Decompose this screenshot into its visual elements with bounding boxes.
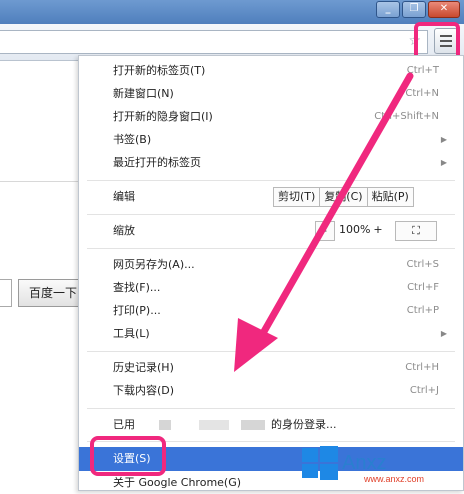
redacted-account [241, 420, 265, 430]
menu-item-label: 下载内容(D) [113, 384, 175, 397]
watermark-text: Anxz [342, 452, 387, 474]
fullscreen-icon[interactable]: ⛶ [395, 221, 437, 241]
menu-item-find[interactable]: 查找(F)... Ctrl+F [79, 277, 463, 299]
minimize-button[interactable]: _ [376, 1, 400, 18]
menu-item-label: 查找(F)... [113, 281, 161, 294]
zoom-label: 缩放 [113, 224, 135, 237]
menu-item-label: 工具(L) [113, 327, 150, 340]
zoom-in-button[interactable]: + [369, 221, 387, 241]
submenu-arrow-icon: ▶ [440, 329, 447, 338]
anxz-watermark: Anxz www.anxz.com [298, 440, 464, 491]
menu-item-recent-tabs[interactable]: 最近打开的标签页 ▶ [79, 152, 463, 174]
menu-item-downloads[interactable]: 下载内容(D) Ctrl+J [79, 380, 463, 402]
edit-label: 编辑 [113, 190, 135, 203]
menu-separator [87, 351, 455, 352]
cut-button[interactable]: 剪切(T) [273, 187, 321, 207]
zoom-level: 100% [339, 223, 371, 236]
menu-item-shortcut: Ctrl+P [406, 305, 439, 316]
menu-item-shortcut: Ctrl+H [405, 362, 439, 373]
menu-separator [87, 214, 455, 215]
menu-item-new-tab[interactable]: 打开新的标签页(T) Ctrl+T [79, 60, 463, 82]
menu-item-label: 历史记录(H) [113, 361, 174, 374]
menu-item-signed-in[interactable]: 已用 的身份登录... [79, 414, 463, 436]
menu-item-print[interactable]: 打印(P)... Ctrl+P [79, 300, 463, 322]
signin-suffix: 的身份登录... [271, 418, 337, 431]
menu-item-history[interactable]: 历史记录(H) Ctrl+H [79, 357, 463, 379]
menu-separator [87, 248, 455, 249]
menu-row-edit: 编辑 剪切(T) 复制(C) 粘贴(P) [79, 186, 463, 208]
page-content: 百度一下 [0, 61, 88, 491]
watermark-url: www.anxz.com [364, 474, 425, 484]
zoom-out-button[interactable]: - [315, 221, 335, 241]
menu-item-label: 打开新的标签页(T) [113, 64, 206, 77]
paste-button[interactable]: 粘贴(P) [367, 187, 414, 207]
menu-row-zoom: 缩放 - 100% + ⛶ [79, 220, 463, 242]
signin-prefix: 已用 [113, 418, 135, 431]
menu-item-label: 网页另存为(A)... [113, 258, 195, 271]
menu-item-incognito[interactable]: 打开新的隐身窗口(I) Ctrl+Shift+N [79, 106, 463, 128]
menu-item-label: 书签(B) [113, 133, 152, 146]
address-bar[interactable]: ☆ [0, 30, 428, 54]
submenu-arrow-icon: ▶ [440, 135, 447, 144]
menu-item-shortcut: Ctrl+S [406, 259, 439, 270]
search-input[interactable] [0, 279, 12, 307]
chrome-dropdown-menu: 打开新的标签页(T) Ctrl+T 新建窗口(N) Ctrl+N 打开新的隐身窗… [78, 55, 464, 491]
menu-item-bookmarks[interactable]: 书签(B) ▶ [79, 129, 463, 151]
menu-item-label: 打开新的隐身窗口(I) [113, 110, 213, 123]
menu-item-shortcut: Ctrl+N [405, 88, 439, 99]
submenu-arrow-icon: ▶ [440, 158, 447, 167]
edit-buttons: 剪切(T) 复制(C) 粘贴(P) [273, 187, 414, 207]
menu-item-label: 最近打开的标签页 [113, 156, 201, 169]
menu-item-shortcut: Ctrl+T [406, 65, 439, 76]
menu-item-tools[interactable]: 工具(L) ▶ [79, 323, 463, 345]
menu-item-shortcut: Ctrl+F [407, 282, 439, 293]
windows-logo-icon [302, 446, 338, 480]
close-button[interactable]: ✕ [428, 1, 460, 18]
window-titlebar: _ ❐ ✕ [0, 0, 464, 24]
menu-item-label: 新建窗口(N) [113, 87, 174, 100]
menu-item-save-page[interactable]: 网页另存为(A)... Ctrl+S [79, 254, 463, 276]
menu-item-shortcut: Ctrl+Shift+N [374, 111, 439, 122]
menu-item-label: 打印(P)... [113, 304, 161, 317]
menu-item-shortcut: Ctrl+J [409, 385, 439, 396]
menu-item-new-window[interactable]: 新建窗口(N) Ctrl+N [79, 83, 463, 105]
redacted-account [199, 420, 229, 430]
restore-button[interactable]: ❐ [402, 1, 426, 18]
copy-button[interactable]: 复制(C) [320, 187, 368, 207]
menu-separator [87, 180, 455, 181]
window-controls: _ ❐ ✕ [376, 1, 460, 18]
redacted-account [159, 420, 171, 430]
settings-highlight [90, 436, 166, 476]
page-divider [0, 181, 80, 182]
menu-separator [87, 408, 455, 409]
